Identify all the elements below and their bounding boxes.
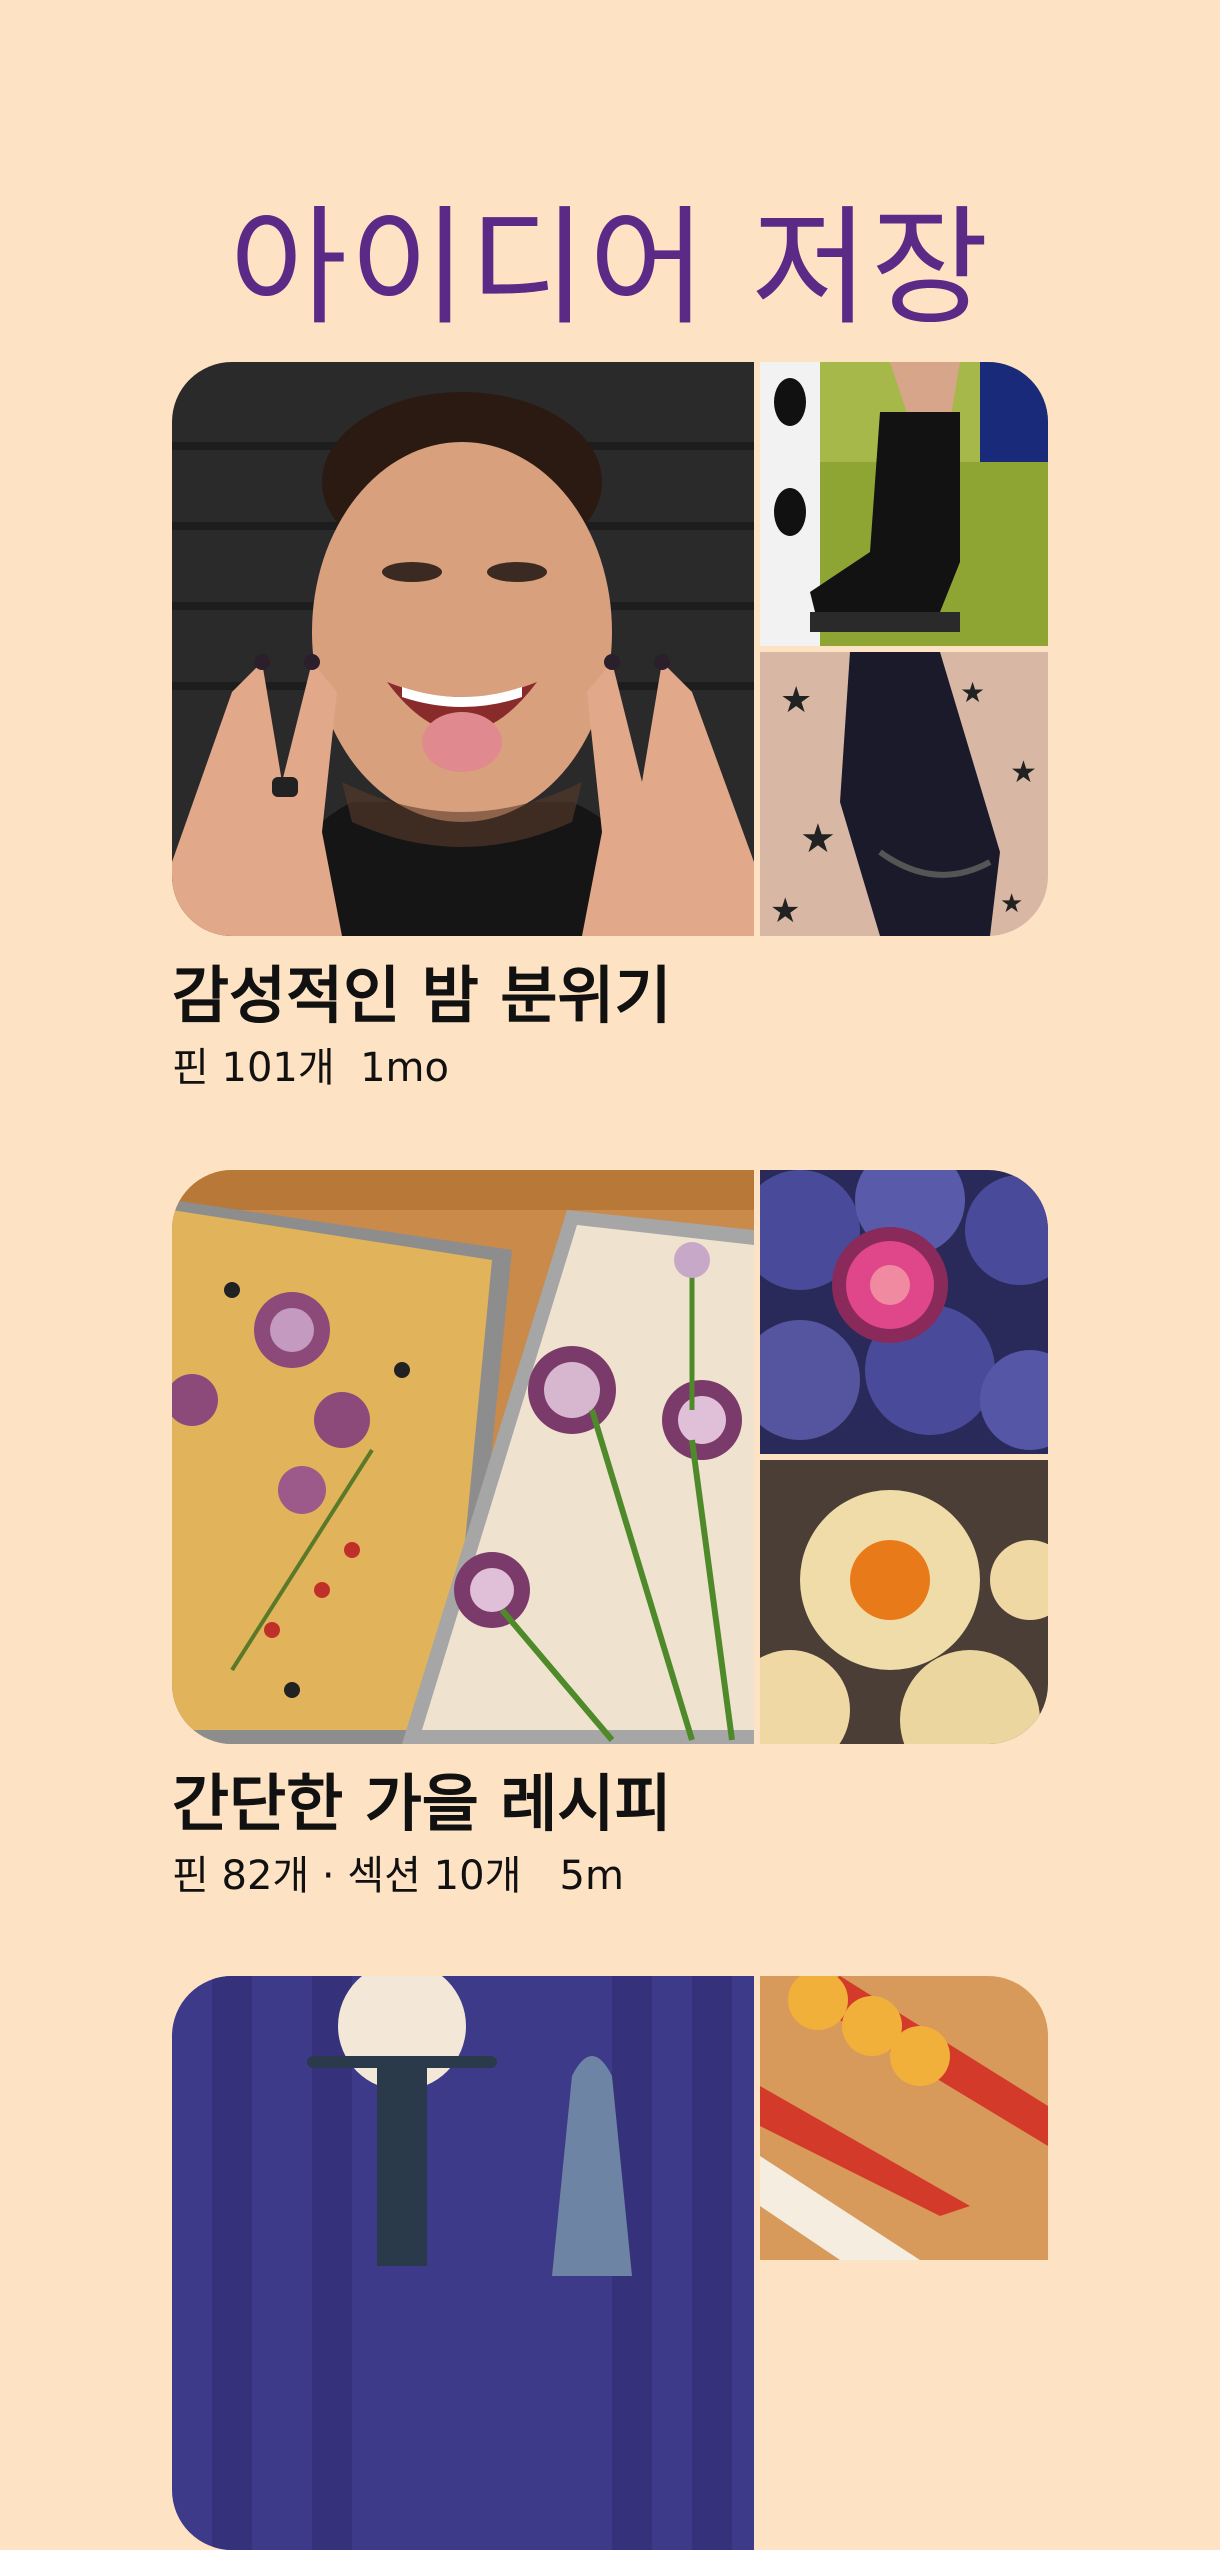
board-thumbnail-image	[760, 1460, 1048, 1744]
board-card[interactable]	[172, 1976, 1048, 2550]
svg-text:★: ★	[1000, 889, 1023, 919]
board-thumbnail-image	[760, 1976, 1048, 2260]
board-cover-image	[172, 1170, 754, 1744]
svg-text:★: ★	[960, 676, 985, 709]
board-cover-image	[172, 1976, 754, 2550]
board-meta: 핀 101개 1mo	[172, 1045, 449, 1091]
board-title[interactable]: 감성적인 밤 분위기	[172, 954, 1048, 1038]
svg-text:★: ★	[770, 891, 800, 931]
board-thumbnail-image	[760, 1170, 1048, 1454]
board-title[interactable]: 간단한 가을 레시피	[172, 1762, 1048, 1846]
board-collage[interactable]	[172, 1976, 1048, 2550]
page-title: 아이디어 저장	[229, 193, 991, 343]
board-card[interactable]: ★ ★ ★ ★ ★ ★ 감성적인 밤 분위기 핀 101개 1mo	[172, 362, 1048, 1096]
board-thumbnail-image	[760, 362, 1048, 646]
board-collage[interactable]: ★ ★ ★ ★ ★ ★	[172, 362, 1048, 936]
board-thumbnail-image: ★ ★ ★ ★ ★ ★	[760, 652, 1048, 936]
board-card[interactable]: 간단한 가을 레시피 핀 82개 · 섹션 10개 5m	[172, 1170, 1048, 1904]
svg-text:★: ★	[1010, 755, 1037, 790]
svg-text:★: ★	[800, 816, 836, 862]
board-collage[interactable]	[172, 1170, 1048, 1744]
board-cover-image	[172, 362, 754, 936]
svg-text:★: ★	[780, 680, 812, 721]
board-meta: 핀 82개 · 섹션 10개 5m	[172, 1853, 624, 1899]
